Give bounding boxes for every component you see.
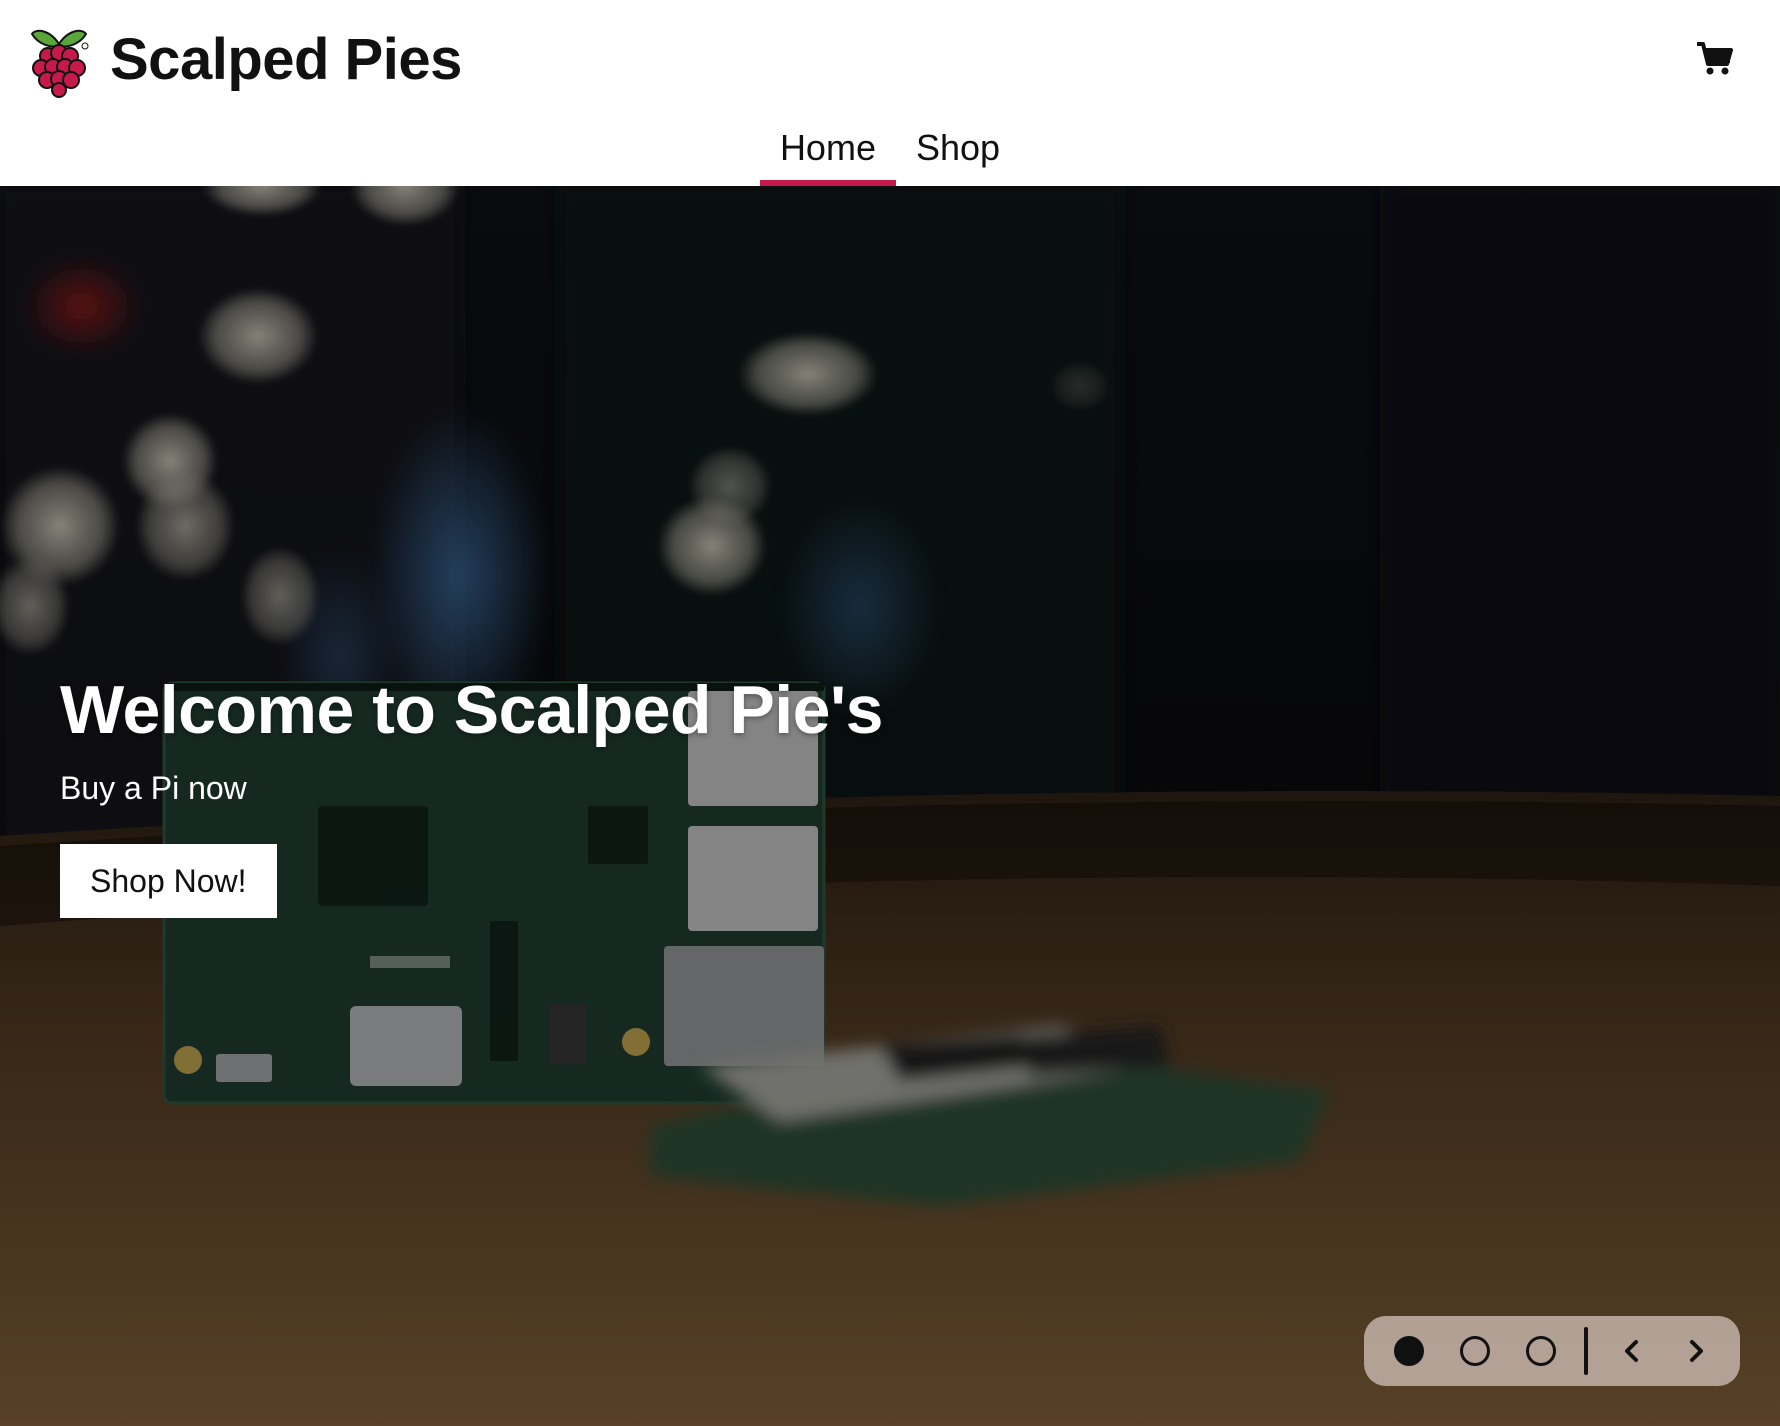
shop-now-button[interactable]: Shop Now! bbox=[60, 844, 277, 919]
carousel-dot-2[interactable] bbox=[1460, 1336, 1490, 1366]
cart-icon bbox=[1697, 42, 1733, 75]
carousel-dot-1[interactable] bbox=[1394, 1336, 1424, 1366]
carousel-divider bbox=[1584, 1327, 1588, 1375]
carousel-next-button[interactable] bbox=[1676, 1331, 1716, 1371]
nav-item-shop[interactable]: Shop bbox=[896, 118, 1020, 186]
cart-button[interactable] bbox=[1694, 38, 1734, 78]
carousel-controls bbox=[1364, 1316, 1740, 1386]
main-nav: Home Shop bbox=[0, 118, 1780, 186]
carousel-dot-3[interactable] bbox=[1526, 1336, 1556, 1366]
chevron-left-icon bbox=[1625, 1340, 1638, 1362]
carousel-prev-button[interactable] bbox=[1612, 1331, 1652, 1371]
hero-title: Welcome to Scalped Pie's bbox=[60, 672, 884, 748]
hero-subtitle: Buy a Pi now bbox=[60, 770, 247, 806]
brand-home-link[interactable]: Scalped Pies bbox=[28, 22, 462, 98]
hero-carousel: Welcome to Scalped Pie's Buy a Pi now Sh… bbox=[0, 186, 1780, 1426]
raspberry-logo-icon bbox=[30, 29, 89, 98]
nav-item-home[interactable]: Home bbox=[759, 118, 896, 186]
hero-content: Welcome to Scalped Pie's Buy a Pi now Sh… bbox=[60, 672, 884, 919]
brand-name: Scalped Pies bbox=[110, 27, 462, 92]
site-header: Scalped Pies Home Shop bbox=[0, 0, 1780, 186]
chevron-right-icon bbox=[1690, 1340, 1703, 1362]
